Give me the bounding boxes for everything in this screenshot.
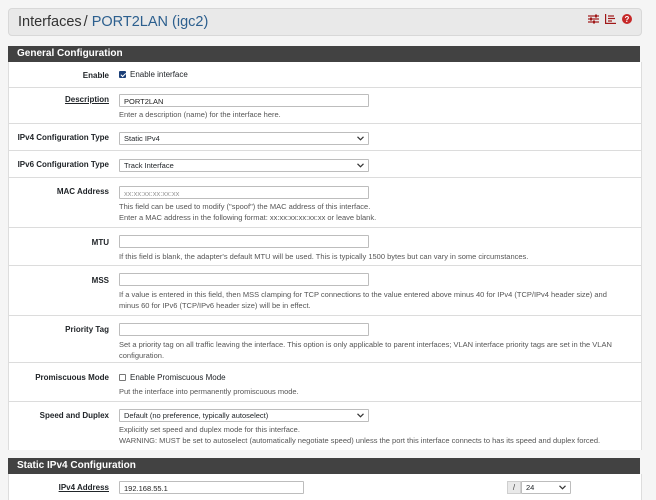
sliders-icon[interactable]: [588, 14, 599, 24]
ipv4-address-label: IPv4 Address: [58, 483, 109, 492]
checkbox-checked-icon[interactable]: [119, 71, 126, 78]
general-config-panel: Enable Enable interface Description PORT…: [8, 62, 642, 450]
ipv6-type-label: IPv6 Configuration Type: [17, 160, 109, 169]
cidr-slash: /: [507, 481, 521, 494]
cidr-select[interactable]: 24: [521, 481, 571, 494]
promiscuous-checkbox-text: Enable Promiscuous Mode: [130, 373, 226, 382]
row-priority-tag: Priority Tag Set a priority tag on all t…: [9, 316, 641, 363]
mtu-label: MTU: [91, 238, 109, 247]
description-input[interactable]: PORT2LAN: [119, 94, 369, 107]
row-ipv4-type: IPv4 Configuration Type Static IPv4: [9, 124, 641, 151]
enable-label: Enable: [82, 71, 109, 80]
priority-help-1: Set a priority tag on all traffic leavin…: [119, 340, 612, 349]
mss-input[interactable]: [119, 273, 369, 286]
mss-help-1: If a value is entered in this field, the…: [119, 290, 607, 299]
static-ipv4-panel: IPv4 Address 192.168.55.1 / 24: [8, 474, 642, 500]
ipv4-type-select[interactable]: Static IPv4: [119, 132, 369, 145]
row-speed-duplex: Speed and Duplex Default (no preference,…: [9, 402, 641, 450]
svg-text:?: ?: [625, 15, 630, 24]
ipv4-address-input[interactable]: 192.168.55.1: [119, 481, 304, 494]
row-ipv6-type: IPv6 Configuration Type Track Interface: [9, 151, 641, 178]
description-label: Description: [64, 95, 109, 104]
bar-chart-icon[interactable]: [605, 14, 616, 24]
speed-help-2: WARNING: MUST be set to autoselect (auto…: [119, 436, 601, 445]
enable-interface-text: Enable interface: [130, 70, 188, 79]
mss-label: MSS: [91, 276, 109, 285]
row-mss: MSS If a value is entered in this field,…: [9, 266, 641, 316]
section-general-heading: General Configuration: [8, 46, 640, 62]
breadcrumb-separator: /: [83, 14, 88, 30]
chevron-down-icon: [559, 485, 566, 490]
page-title: Interfaces: [18, 14, 82, 30]
mac-label: MAC Address: [56, 187, 109, 196]
chevron-down-icon: [357, 136, 364, 141]
promiscuous-label: Promiscuous Mode: [35, 373, 109, 382]
row-enable: Enable Enable interface: [9, 62, 641, 88]
mtu-help: If this field is blank, the adapter's de…: [119, 252, 529, 261]
mtu-input[interactable]: [119, 235, 369, 248]
page-header: Interfaces / PORT2LAN (igc2) ?: [8, 8, 642, 36]
cidr-value: 24: [526, 483, 535, 492]
row-mtu: MTU If this field is blank, the adapter'…: [9, 228, 641, 266]
section-static-ipv4-heading: Static IPv4 Configuration: [8, 458, 640, 474]
promiscuous-checkbox[interactable]: Enable Promiscuous Mode: [119, 373, 226, 382]
ipv6-type-value: Track Interface: [124, 161, 174, 170]
row-ipv4-address: IPv4 Address 192.168.55.1 / 24: [9, 474, 641, 500]
ipv4-type-label: IPv4 Configuration Type: [17, 133, 109, 142]
speed-duplex-select[interactable]: Default (no preference, typically autose…: [119, 409, 369, 422]
chevron-down-icon: [357, 413, 364, 418]
chevron-down-icon: [357, 163, 364, 168]
priority-help-2: configuration.: [119, 351, 165, 360]
row-promiscuous: Promiscuous Mode Enable Promiscuous Mode…: [9, 363, 641, 402]
speed-duplex-value: Default (no preference, typically autose…: [124, 411, 269, 420]
header-icons: ?: [588, 14, 632, 24]
description-help: Enter a description (name) for the inter…: [119, 110, 281, 119]
checkbox-unchecked-icon[interactable]: [119, 374, 126, 381]
priority-label: Priority Tag: [65, 325, 109, 334]
help-icon[interactable]: ?: [622, 14, 632, 24]
priority-tag-input[interactable]: [119, 323, 369, 336]
mss-help-2: minus 60 for IPv6 (TCP/IPv6 header size)…: [119, 301, 311, 310]
row-mac-address: MAC Address xx:xx:xx:xx:xx:xx This field…: [9, 178, 641, 228]
breadcrumb-interface[interactable]: PORT2LAN (igc2): [92, 14, 209, 30]
enable-interface-checkbox[interactable]: Enable interface: [119, 70, 188, 79]
speed-help-1: Explicitly set speed and duplex mode for…: [119, 425, 300, 434]
mac-help-2: Enter a MAC address in the following for…: [119, 213, 377, 222]
row-description: Description PORT2LAN Enter a description…: [9, 88, 641, 124]
promiscuous-help: Put the interface into permanently promi…: [119, 387, 299, 396]
mac-help-1: This field can be used to modify ("spoof…: [119, 202, 371, 211]
mac-address-input[interactable]: xx:xx:xx:xx:xx:xx: [119, 186, 369, 199]
ipv4-type-value: Static IPv4: [124, 134, 160, 143]
ipv6-type-select[interactable]: Track Interface: [119, 159, 369, 172]
speed-label: Speed and Duplex: [39, 411, 109, 420]
